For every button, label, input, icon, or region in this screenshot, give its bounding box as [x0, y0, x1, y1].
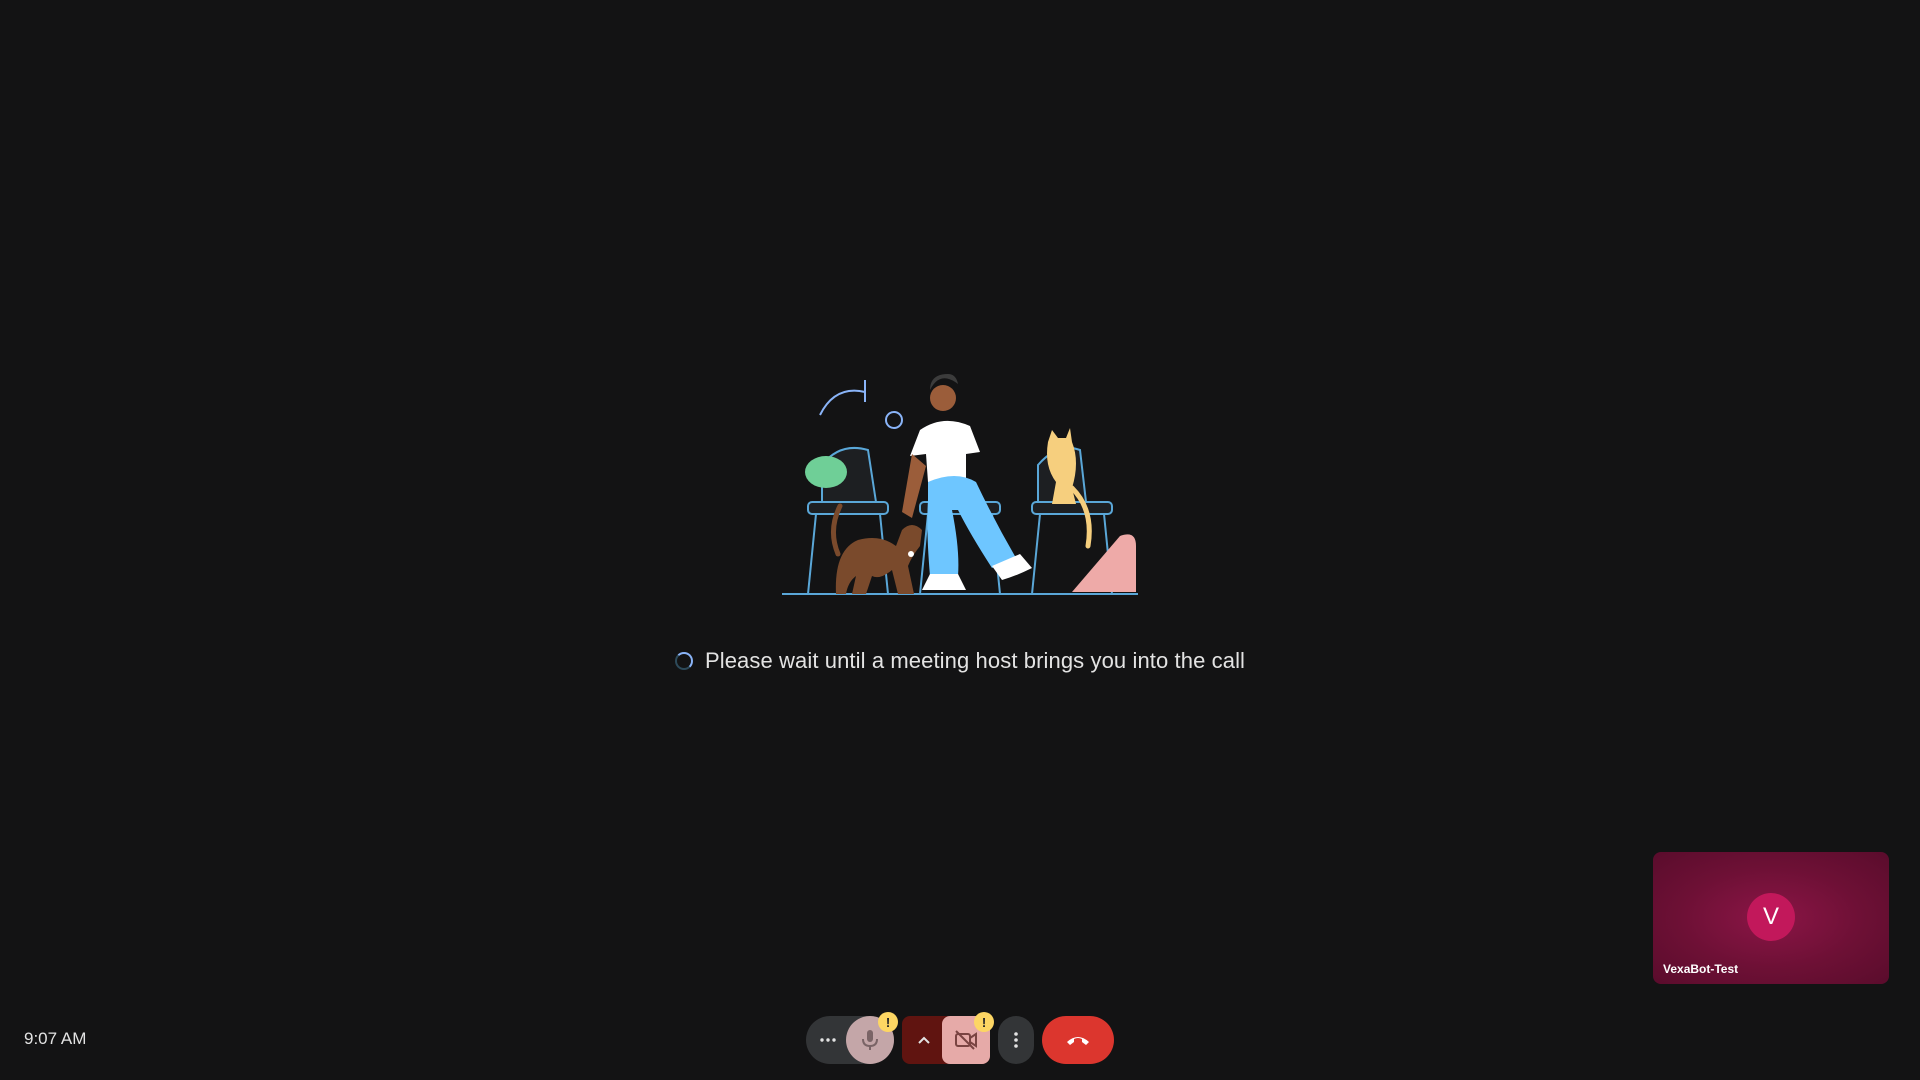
more-vert-icon — [1014, 1032, 1018, 1048]
waiting-message: Please wait until a meeting host brings … — [704, 648, 1246, 673]
more-options-button[interactable] — [998, 1016, 1034, 1064]
audio-options-button[interactable] — [810, 1016, 846, 1064]
camera-warning-badge: ! — [974, 1012, 994, 1032]
call-end-icon — [1067, 1037, 1089, 1045]
waiting-illustration — [782, 374, 1138, 595]
video-control-group: ! — [902, 1012, 994, 1064]
leave-call-button[interactable] — [1042, 1016, 1114, 1064]
mic-warning-badge: ! — [878, 1012, 898, 1032]
avatar: V — [1747, 893, 1795, 941]
videocam-off-icon — [955, 1030, 977, 1050]
mic-icon — [862, 1030, 878, 1050]
video-options-button[interactable] — [906, 1016, 942, 1064]
call-controls-bar: ! ! — [0, 1012, 1920, 1064]
meeting-waiting-room: Please wait until a meeting host brings … — [0, 0, 1920, 1080]
more-horiz-icon — [820, 1038, 836, 1042]
chevron-up-icon — [918, 1036, 930, 1044]
self-view-tile[interactable]: V VexaBot-Test — [1653, 852, 1889, 984]
self-participant-name: VexaBot-Test — [1663, 962, 1739, 976]
loading-spinner-icon — [674, 652, 693, 670]
waiting-message-row: Please wait until a meeting host brings … — [0, 648, 1920, 674]
audio-control-group: ! — [806, 1012, 898, 1064]
